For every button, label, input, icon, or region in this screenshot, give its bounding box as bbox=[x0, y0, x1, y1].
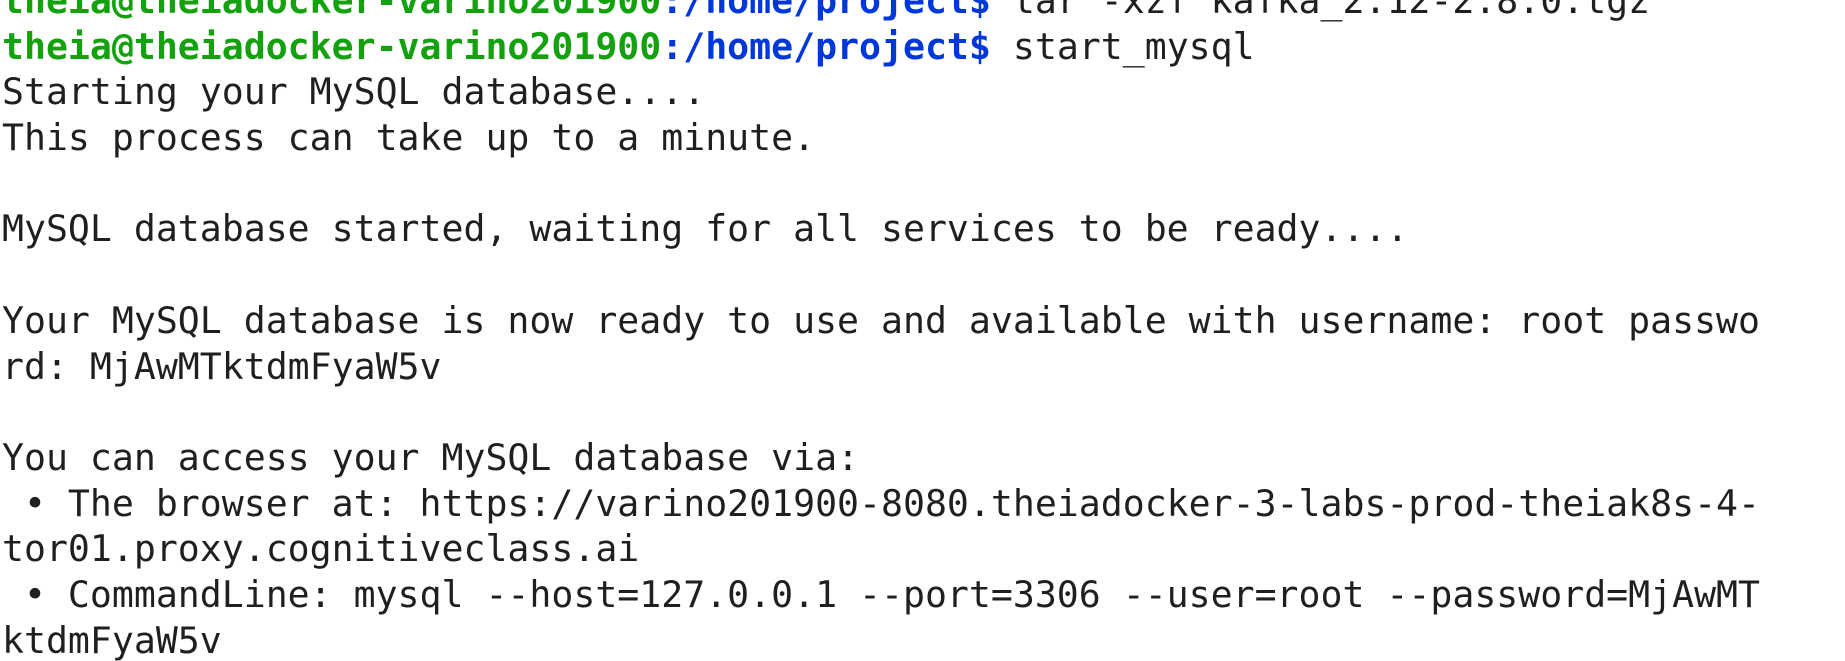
output-line: This process can take up to a minute. bbox=[2, 116, 816, 160]
output-line-wrapped: ktdmFyaW5v bbox=[2, 618, 222, 661]
output-line: Starting your MySQL database.... bbox=[2, 70, 706, 114]
terminal-output: theia@theiadocker-varino201900:/home/pro… bbox=[2, 0, 1760, 661]
prompt-command: start_mysql bbox=[990, 24, 1255, 68]
bullet-item-browser: • The browser at: https://varino201900-8… bbox=[2, 481, 1760, 525]
output-line: MySQL database started, waiting for all … bbox=[2, 207, 1409, 251]
prompt-line: theia@theiadocker-varino201900:/home/pro… bbox=[2, 24, 1760, 70]
terminal-window[interactable]: theia@theiadocker-varino201900:/home/pro… bbox=[0, 0, 1845, 661]
output-line-wrapped[interactable]: tor01.proxy.cognitiveclass.ai bbox=[2, 526, 1760, 572]
prompt-symbol: $ bbox=[968, 0, 991, 22]
prompt-user-host: theia@theiadocker-varino201900 bbox=[2, 0, 662, 22]
prompt-symbol: $ bbox=[968, 24, 991, 68]
prompt-command: tar -xzf kafka_2.12-2.8.0.tgz bbox=[990, 0, 1651, 22]
prompt-path: :/home/project bbox=[661, 24, 969, 68]
output-line: rd: MjAwMTktdmFyaW5v bbox=[2, 344, 442, 388]
output-line: You can access your MySQL database via: bbox=[2, 435, 860, 479]
previous-prompt-line: theia@theiadocker-varino201900:/home/pro… bbox=[2, 0, 1760, 24]
output-line: Your MySQL database is now ready to use … bbox=[2, 298, 1760, 342]
bullet-item-commandline: • CommandLine: mysql --host=127.0.0.1 --… bbox=[2, 572, 1760, 616]
prompt-user-host: theia@theiadocker-varino201900 bbox=[2, 24, 662, 68]
prompt-path: :/home/project bbox=[661, 0, 969, 22]
